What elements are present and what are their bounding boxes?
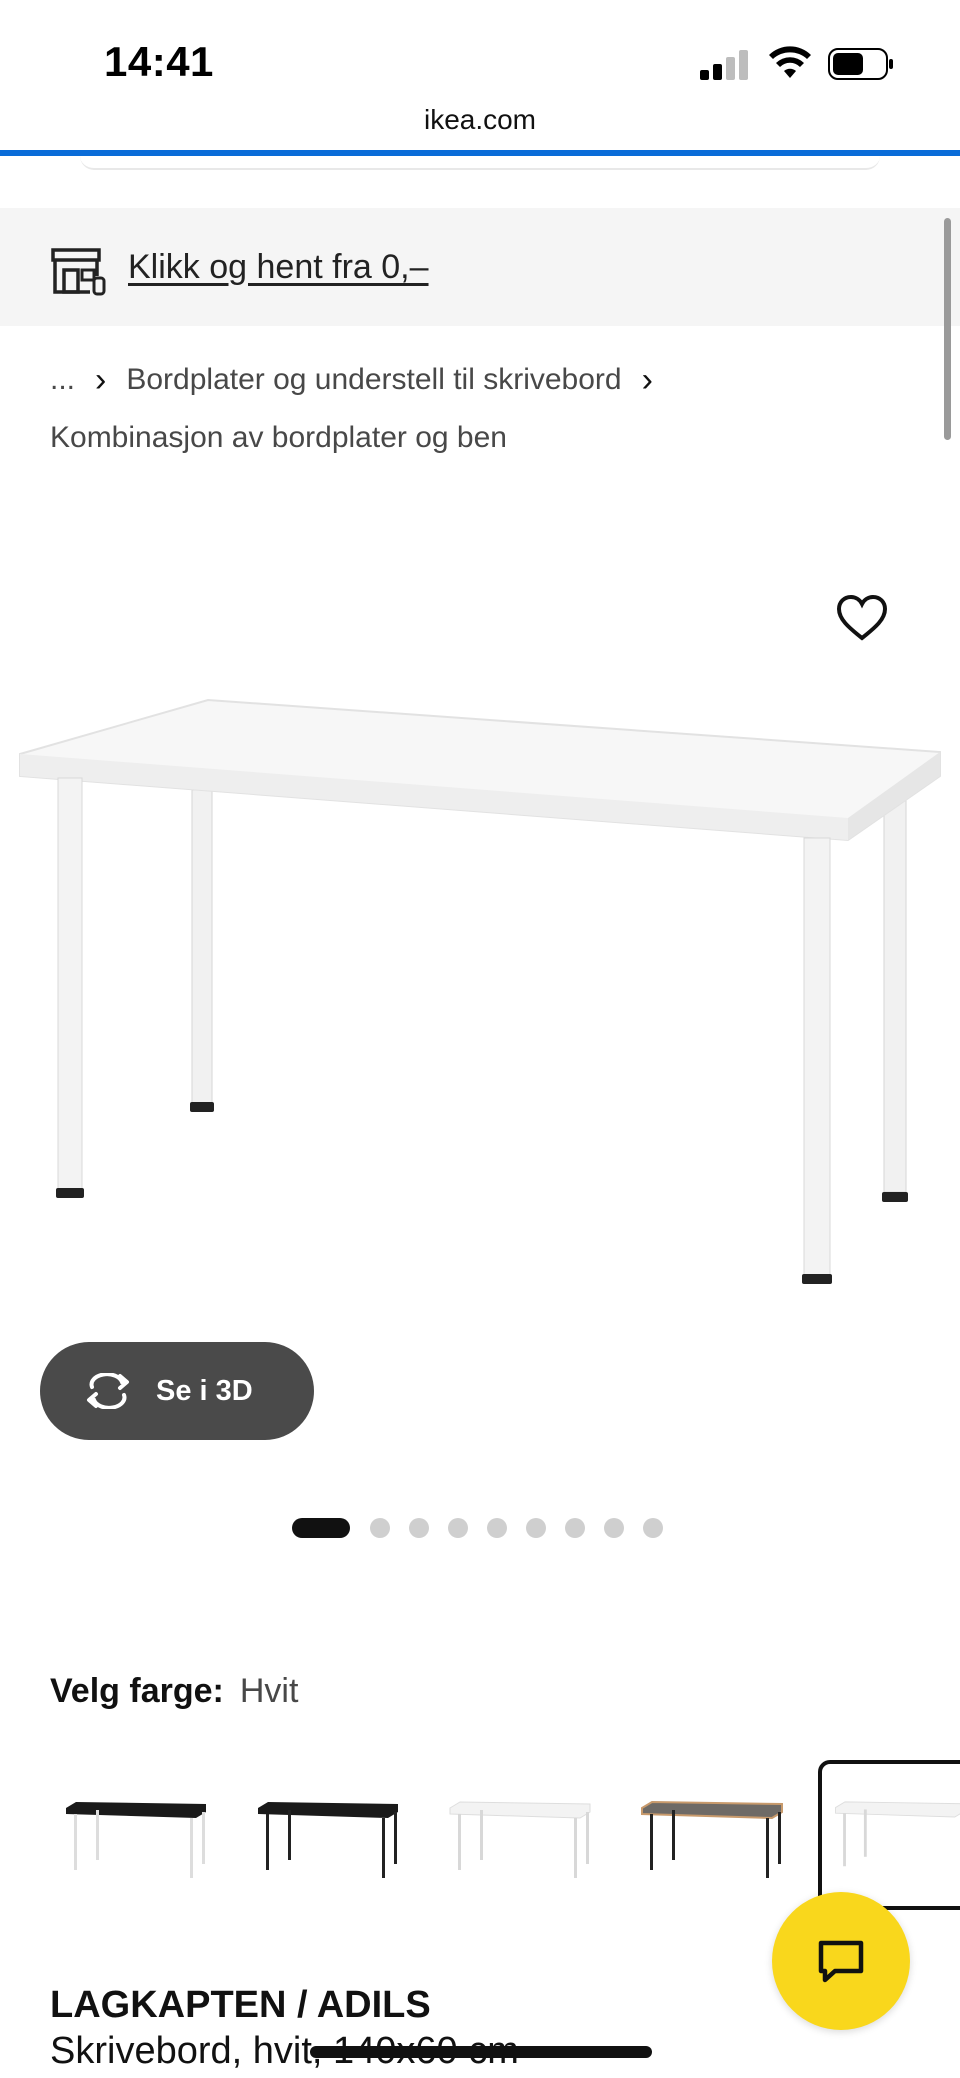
see-in-3d-label: Se i 3D [156,1374,253,1407]
chevron-right-icon: › [95,360,107,399]
selected-colour: Hvit [239,1672,299,1710]
swatch-white-selected[interactable] [818,1760,960,1910]
click-collect-banner: Klikk og hent fra 0,– [0,208,960,326]
carousel-dot[interactable] [448,1518,468,1538]
signal-icon [700,50,752,80]
chat-icon [818,1940,864,1983]
carousel-dot[interactable] [643,1518,663,1538]
colour-label-text: Velg farge: [50,1672,224,1710]
breadcrumb: ... › Bordplater og understell til skriv… [50,358,930,460]
address-bar-url[interactable]: ikea.com [0,104,960,136]
breadcrumb-category[interactable]: Bordplater og understell til skrivebord [126,363,621,397]
swatch-black-white[interactable] [56,1760,216,1910]
status-bar: 14:41 [0,0,960,100]
home-indicator[interactable] [310,2046,652,2058]
breadcrumb-ellipsis[interactable]: ... [50,363,75,397]
status-time: 14:41 [104,38,214,85]
carousel-dot[interactable] [292,1518,350,1538]
colour-picker-label: Velg farge: Hvit [50,1672,298,1711]
swatch-black-black[interactable] [248,1760,408,1910]
chat-button[interactable] [772,1892,910,2030]
battery-icon [828,48,893,80]
carousel-dot[interactable] [565,1518,585,1538]
wifi-icon [769,46,811,78]
carousel-dot[interactable] [409,1518,429,1538]
carousel-dot[interactable] [370,1518,390,1538]
product-name: LAGKAPTEN / ADILS [50,1984,431,2026]
product-image[interactable] [0,600,960,1320]
breadcrumb-current[interactable]: Kombinasjon av bordplater og ben [50,421,507,455]
swatch-grey-black[interactable] [632,1760,792,1910]
image-carousel-dots [292,1518,682,1538]
carousel-dot[interactable] [526,1518,546,1538]
carousel-dot[interactable] [487,1518,507,1538]
see-in-3d-button[interactable]: Se i 3D [40,1342,314,1440]
click-collect-link[interactable]: Klikk og hent fra 0,– [128,248,429,287]
rotate-3d-icon [87,1373,129,1409]
swatch-white-white[interactable] [440,1760,600,1910]
chevron-right-icon: › [641,360,653,399]
store-pickup-icon [51,248,106,296]
carousel-dot[interactable] [604,1518,624,1538]
sheet-edge [80,156,880,170]
scrollbar[interactable] [944,218,951,440]
